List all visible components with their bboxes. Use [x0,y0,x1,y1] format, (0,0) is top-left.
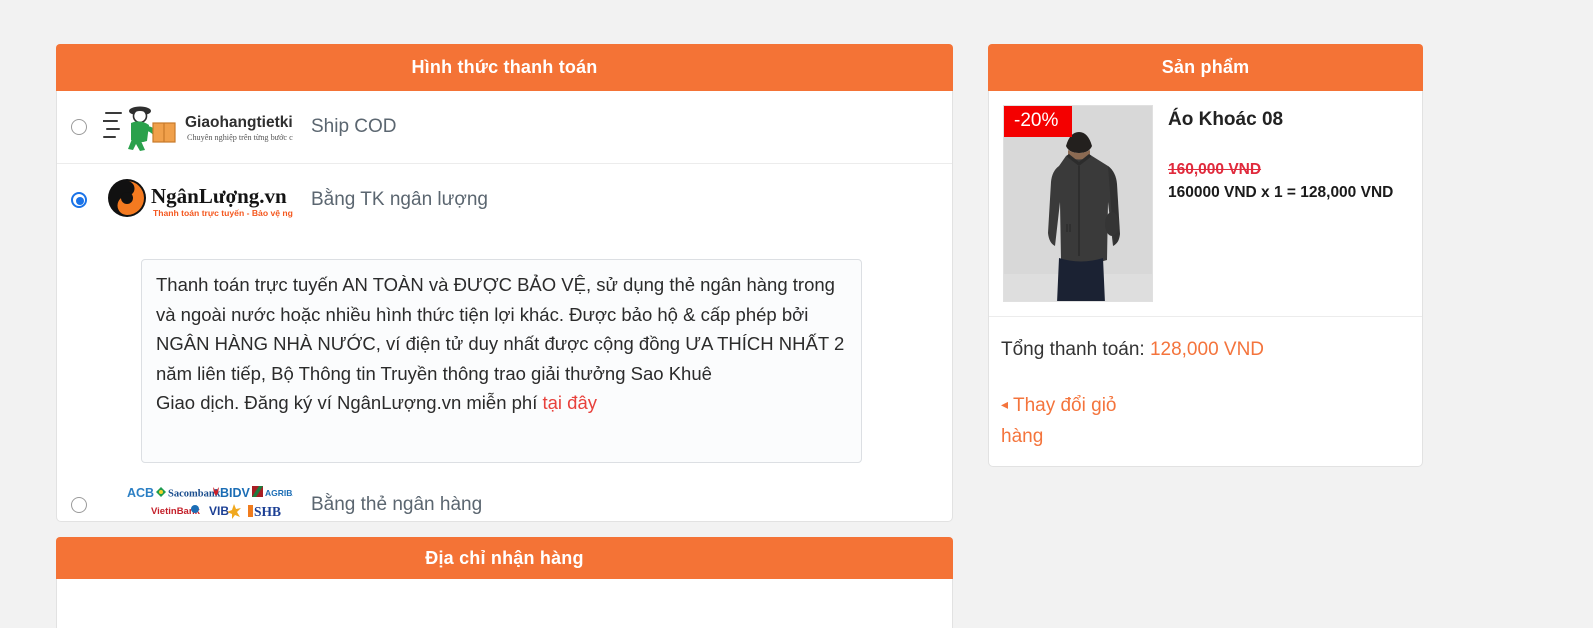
caret-left-icon: ◂ [1001,396,1009,412]
payment-option-label-bank-card: Bằng thẻ ngân hàng [311,494,483,515]
product-old-price: 160,000 VND [1168,161,1262,178]
payment-option-ship-cod[interactable]: Giaohangtietkiem.vn Chuyên nghiệp trên t… [57,91,952,163]
svg-text:Thanh toán trực tuyến - Bảo vệ: Thanh toán trực tuyến - Bảo vệ người mua [153,208,293,218]
change-cart-label: Thay đổi giỏ hàng [1001,395,1117,447]
checkout-page: Hình thức thanh toán Giaohangtietki Chuy… [0,0,1593,628]
payment-panel-header: Hình thức thanh toán [56,44,953,91]
payment-option-bank-card[interactable]: ACB Sacombank BIDV AGRIBANK VietinBank V… [57,469,952,541]
address-panel-header: Địa chỉ nhận hàng [56,537,953,579]
payment-option-label-nganluong: Bằng TK ngân lượng [311,188,488,210]
radio-nganluong[interactable] [71,191,87,208]
svg-text:SHB: SHB [254,504,281,519]
shipping-address-panel: Địa chỉ nhận hàng [56,537,953,628]
payment-option-nganluong[interactable]: NgânLượng.vn Thanh toán trực tuyến - Bảo… [57,163,952,235]
svg-text:AGRIBANK: AGRIBANK [265,488,293,498]
nganluong-logo: NgânLượng.vn Thanh toán trực tuyến - Bảo… [108,178,293,218]
svg-text:ACB: ACB [127,486,154,500]
payment-option-label-ship-cod: Ship COD [311,116,397,137]
discount-badge: -20% [1004,106,1073,137]
product-info: Áo Khoác 08 160,000 VND 160000 VND x 1 =… [1153,105,1393,302]
svg-text:Giaohangtietkiem.vn: Giaohangtietkiem.vn [185,114,293,131]
svg-text:Chuyên nghiệp trên từng bước c: Chuyên nghiệp trên từng bước chân [187,133,293,142]
nganluong-description-text: Thanh toán trực tuyến AN TOÀN và ĐƯỢC BẢ… [156,274,845,384]
radio-bank-card[interactable] [71,497,87,513]
svg-text:BIDV: BIDV [220,486,251,500]
svg-text:VIB: VIB [209,504,229,518]
product-summary-panel: Sản phẩm -20% Áo Khoác 08 160,000 VND 16… [988,44,1423,467]
svg-text:Sacombank: Sacombank [168,489,221,500]
register-here-link[interactable]: tại đây [543,392,598,413]
product-row: -20% Áo Khoác 08 160,000 VND 160000 VND … [989,91,1422,317]
nganluong-description-box: Thanh toán trực tuyến AN TOÀN và ĐƯỢC BẢ… [141,259,862,463]
bank-logos: ACB Sacombank BIDV AGRIBANK VietinBank V… [127,486,293,519]
giaohangtietkiem-logo: Giaohangtietkiem.vn Chuyên nghiệp trên t… [103,106,293,151]
total-payment-row: Tổng thanh toán: 128,000 VND [989,317,1422,361]
payment-method-panel: Hình thức thanh toán Giaohangtietki Chuy… [56,44,953,522]
change-cart-link[interactable]: ◂ Thay đổi giỏ hàng [989,361,1159,452]
total-payment-value: 128,000 VND [1149,339,1265,360]
nganluong-register-prefix: Giao dịch. Đăng ký ví NgânLượng.vn miễn … [156,392,543,413]
product-thumbnail[interactable]: -20% [1003,105,1153,302]
product-price-calculation: 160000 VND x 1 = 128,000 VND [1168,184,1394,201]
product-title: Áo Khoác 08 [1168,109,1284,130]
radio-ship-cod[interactable] [71,119,87,135]
total-payment-label: Tổng thanh toán: [1001,339,1145,360]
svg-text:NgânLượng.vn: NgânLượng.vn [151,184,287,208]
product-panel-header: Sản phẩm [988,44,1423,91]
